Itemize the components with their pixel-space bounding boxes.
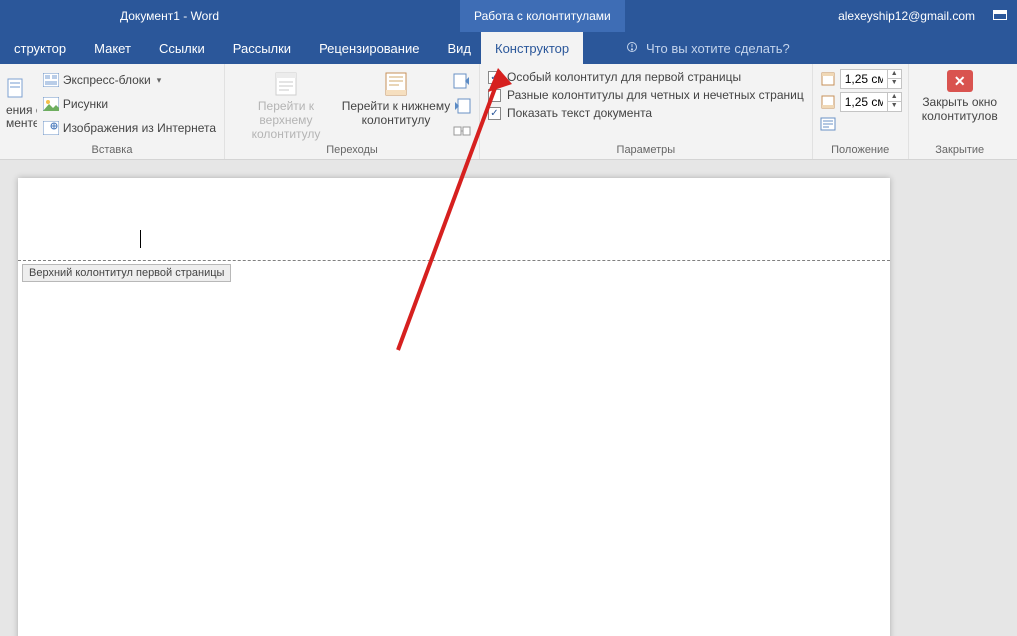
pictures-icon <box>43 96 59 112</box>
tab-view[interactable]: Вид <box>433 32 485 64</box>
goto-footer-label: Перейти к нижнему колонтитулу <box>341 100 451 128</box>
document-editor-area[interactable]: Верхний колонтитул первой страницы <box>0 160 1017 636</box>
different-first-page-checkbox[interactable]: ✓ Особый колонтитул для первой страницы <box>488 70 804 84</box>
tell-me-placeholder: Что вы хотите сделать? <box>646 41 790 56</box>
tab-constructor-partial[interactable]: структор <box>0 32 80 64</box>
document-info-icon[interactable] <box>6 78 26 102</box>
ribbon-group-position: ▲▼ ▲▼ Полож <box>813 64 909 159</box>
footer-page-icon <box>380 70 412 98</box>
different-odd-even-checkbox[interactable]: Разные колонтитулы для четных и нечетных… <box>488 88 804 102</box>
different-first-page-label: Особый колонтитул для первой страницы <box>507 70 741 84</box>
spinner-up-icon[interactable]: ▲ <box>887 93 901 102</box>
different-odd-even-label: Разные колонтитулы для четных и нечетных… <box>507 88 804 102</box>
express-blocks-button[interactable]: Экспресс-блоки ▾ <box>41 69 218 91</box>
header-from-top-spinner[interactable]: ▲▼ <box>840 69 902 89</box>
tab-header-footer-design[interactable]: Конструктор <box>481 32 583 64</box>
group-options-label: Параметры <box>486 142 806 159</box>
tab-layout[interactable]: Макет <box>80 32 145 64</box>
checkbox-icon: ✓ <box>488 107 501 120</box>
next-section-button[interactable] <box>451 95 473 117</box>
header-tag-label: Верхний колонтитул первой страницы <box>22 264 231 282</box>
goto-footer-button[interactable]: Перейти к нижнему колонтитулу <box>341 66 451 142</box>
group-close-label: Закрытие <box>915 142 1005 159</box>
express-blocks-label: Экспресс-блоки <box>63 73 151 87</box>
footer-from-bottom-spinner[interactable]: ▲▼ <box>840 92 902 112</box>
dropdown-caret-icon[interactable]: ▾ <box>157 75 162 86</box>
show-document-text-checkbox[interactable]: ✓ Показать текст документа <box>488 106 804 120</box>
header-page-icon <box>270 70 302 98</box>
document-info-label-2: менте <box>6 117 37 130</box>
ribbon-group-navigation: Перейти к верхнему колонтитулу Перейти к… <box>225 64 480 159</box>
close-icon: ✕ <box>947 70 973 92</box>
spinner-down-icon[interactable]: ▼ <box>887 79 901 88</box>
close-header-footer-button[interactable]: ✕ Закрыть окно колонтитулов <box>915 66 1005 142</box>
ribbon-tabs: структор Макет Ссылки Рассылки Рецензиро… <box>0 32 1017 64</box>
footer-from-bottom-icon <box>819 93 837 111</box>
previous-section-button[interactable] <box>451 70 473 92</box>
header-from-top-icon <box>819 70 837 88</box>
contextual-tab-title: Работа с колонтитулами <box>460 0 625 32</box>
footer-from-bottom-input[interactable] <box>841 95 887 109</box>
goto-header-button: Перейти к верхнему колонтитулу <box>231 66 341 142</box>
title-bar: Документ1 - Word Работа с колонтитулами … <box>0 0 1017 32</box>
show-document-text-label: Показать текст документа <box>507 106 652 120</box>
checkbox-icon: ✓ <box>488 71 501 84</box>
pictures-label: Рисунки <box>63 97 108 111</box>
header-from-top-input[interactable] <box>841 72 887 86</box>
spinner-up-icon[interactable]: ▲ <box>887 70 901 79</box>
ribbon-group-close: ✕ Закрыть окно колонтитулов Закрытие <box>909 64 1011 159</box>
group-position-label: Положение <box>819 142 902 159</box>
pictures-button[interactable]: Рисунки <box>41 93 218 115</box>
document-title: Документ1 - Word <box>120 9 219 23</box>
link-to-previous-button[interactable] <box>451 120 473 142</box>
ribbon-group-insert: ения о менте▾ Экспресс-блоки ▾ <box>0 64 225 159</box>
online-pictures-label: Изображения из Интернета <box>63 121 216 135</box>
header-region[interactable] <box>18 178 890 260</box>
tab-mailings[interactable]: Рассылки <box>219 32 305 64</box>
ribbon: ения о менте▾ Экспресс-блоки ▾ <box>0 64 1017 160</box>
goto-header-label: Перейти к верхнему колонтитулу <box>231 100 341 141</box>
ribbon-group-options: ✓ Особый колонтитул для первой страницы … <box>480 64 813 159</box>
document-page[interactable]: Верхний колонтитул первой страницы <box>18 178 890 636</box>
text-cursor <box>140 230 141 248</box>
group-insert-label: Вставка <box>6 142 218 159</box>
express-blocks-icon <box>43 72 59 88</box>
tab-review[interactable]: Рецензирование <box>305 32 433 64</box>
user-email[interactable]: alexeyship12@gmail.com <box>838 9 975 23</box>
tell-me-search[interactable]: Что вы хотите сделать? <box>626 32 790 64</box>
ribbon-display-options-icon[interactable] <box>989 5 1011 27</box>
spinner-down-icon[interactable]: ▼ <box>887 102 901 111</box>
header-separator <box>18 260 890 261</box>
online-pictures-button[interactable]: Изображения из Интернета <box>41 117 218 139</box>
checkbox-icon <box>488 89 501 102</box>
close-header-footer-label-2: колонтитулов <box>922 110 998 124</box>
insert-alignment-tab-icon[interactable] <box>819 115 837 133</box>
online-pictures-icon <box>43 120 59 136</box>
group-navigation-label: Переходы <box>231 142 473 159</box>
close-header-footer-label-1: Закрыть окно <box>922 96 998 110</box>
tab-references[interactable]: Ссылки <box>145 32 219 64</box>
